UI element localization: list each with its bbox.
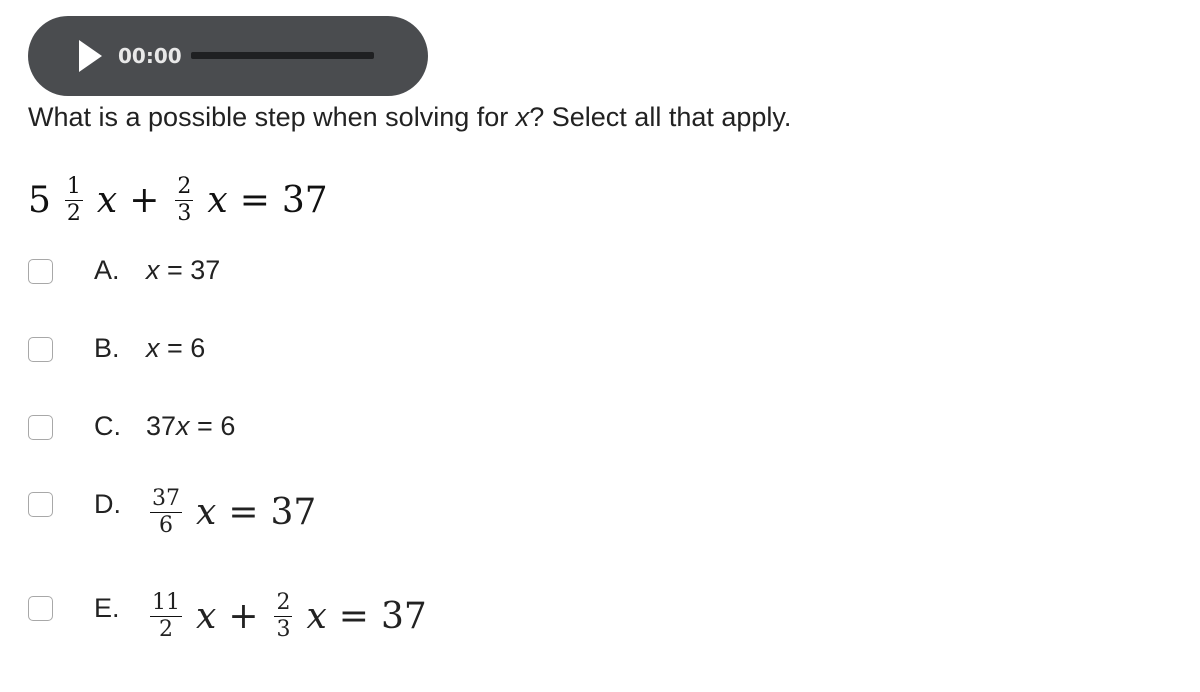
option-c-checkbox[interactable] — [28, 415, 53, 440]
question-text: What is a possible step when solving for… — [28, 102, 792, 132]
audio-player: 00:00 — [28, 16, 428, 96]
option-b-text: x = 6 — [146, 333, 206, 363]
fraction-37-over-6: 37 6 — [150, 486, 182, 538]
fraction-one-half: 12 — [64, 174, 83, 226]
option-e-equation: 11 2 x + 23 x = 37 — [150, 590, 427, 642]
option-d-equation: 37 6 x = 37 — [150, 486, 317, 538]
option-letter: A. — [94, 255, 120, 285]
option-letter: E. — [94, 593, 120, 623]
option-letter: D. — [94, 489, 121, 519]
fraction-11-over-2: 11 2 — [150, 590, 182, 642]
option-letter: B. — [94, 333, 120, 363]
audio-progress-track[interactable] — [191, 52, 374, 59]
option-letter: C. — [94, 411, 121, 441]
option-e-checkbox[interactable] — [28, 596, 53, 621]
option-c-text: 37x = 6 — [146, 411, 236, 441]
audio-time: 00:00 — [118, 44, 182, 68]
option-a-checkbox[interactable] — [28, 259, 53, 284]
fraction-two-thirds: 23 — [175, 174, 194, 226]
fraction-2-over-3: 23 — [274, 590, 293, 642]
play-icon[interactable] — [78, 40, 102, 72]
option-d-checkbox[interactable] — [28, 492, 53, 517]
option-a-text: x = 37 — [146, 255, 221, 285]
main-equation: 5 12 x + 23 x = 37 — [28, 174, 328, 226]
option-b-checkbox[interactable] — [28, 337, 53, 362]
